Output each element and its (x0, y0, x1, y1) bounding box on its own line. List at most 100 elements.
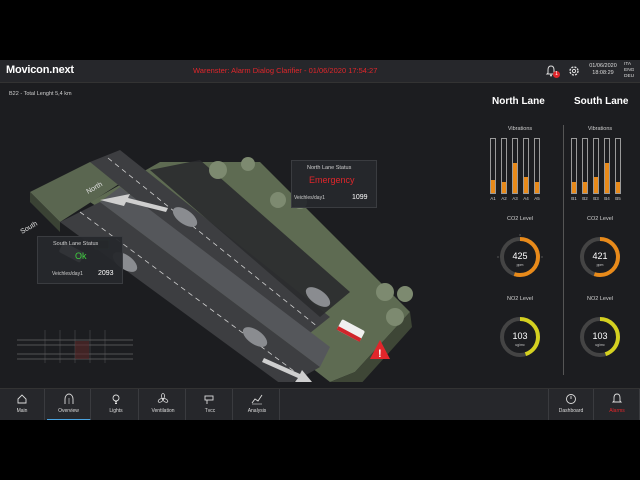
south-vibration-bar (615, 138, 621, 194)
nav-analysis-label: Analysis (247, 408, 267, 414)
gear-icon[interactable] (567, 64, 581, 78)
south-co2-label: CO2 Level (587, 216, 613, 222)
north-co2-gauge: 425 ppm (497, 234, 543, 277)
nav-main-label: Main (16, 408, 28, 414)
alarm-banner[interactable]: Warenster: Alarm Dialog Clarifier - 01/0… (193, 66, 377, 75)
south-panel-title: South Lane (574, 96, 629, 107)
dashboard-icon (566, 394, 576, 404)
nav-tvcc[interactable]: Tvcc (188, 389, 233, 421)
south-status-card[interactable]: South Lane Status Ok Veichles/day1 2093 (37, 236, 123, 284)
south-vibration-bar (582, 138, 588, 194)
south-vehicles-value: 2093 (98, 270, 114, 277)
north-status-value: Emergency (309, 175, 355, 185)
south-vibration-fill (583, 182, 587, 193)
south-vibration-label: B2 (582, 196, 588, 201)
panel-divider (563, 125, 564, 375)
nav-lights[interactable]: Lights (94, 389, 139, 421)
south-vibration-label: B5 (615, 196, 621, 201)
south-vibration-bar (593, 138, 599, 194)
north-status-card[interactable]: North Lane Status Emergency Veichles/day… (291, 160, 377, 208)
nav-ventilation[interactable]: Ventilation (141, 389, 186, 421)
bottom-nav: Main Overview Lights Ventilation Tvcc An… (0, 388, 640, 421)
north-vibration-fill (491, 179, 495, 193)
north-co2-label: CO2 Level (507, 216, 533, 222)
north-no2-unit: ug/mc (515, 343, 525, 347)
bulb-icon (112, 394, 120, 404)
south-co2-value: 421 (592, 251, 607, 261)
notification-badge: 1 (553, 71, 560, 78)
north-vibrations-label: Vibrations (507, 126, 533, 132)
letterbox-bottom (0, 420, 640, 480)
north-vibration-fill (513, 163, 517, 193)
north-vibration-fill (524, 176, 528, 193)
south-vibration-fill (572, 182, 576, 193)
north-no2-value: 103 (512, 331, 527, 341)
south-vibration-label: B4 (604, 196, 610, 201)
south-vibration-fill (616, 182, 620, 193)
north-vibration-label: A5 (534, 196, 540, 201)
home-icon (17, 394, 27, 404)
south-vibration-fill (605, 163, 609, 193)
nav-dashboard-label: Dashboard (558, 408, 584, 414)
south-co2-unit: ppm (597, 263, 604, 267)
north-vibration-bar (512, 138, 518, 194)
date-time: 01/06/2020 18:08:29 (588, 63, 618, 77)
time-text: 18:08:29 (592, 70, 614, 76)
nav-dashboard[interactable]: Dashboard (548, 389, 594, 421)
nav-analysis[interactable]: Analysis (235, 389, 280, 421)
tunnel-minimap[interactable] (15, 318, 135, 368)
north-vibration-label: A1 (490, 196, 496, 201)
north-vehicles-label: Veichles/day1 (294, 195, 325, 201)
app-logo: Movicon.next (6, 64, 74, 76)
nav-alarms[interactable]: Alarms (595, 389, 640, 421)
south-status-value: Ok (75, 251, 87, 261)
south-vibration-fill (594, 176, 598, 193)
north-vibration-bar (534, 138, 540, 194)
chart-icon (251, 394, 263, 405)
north-vibration-bar (523, 138, 529, 194)
north-status-title: North Lane Status (307, 165, 352, 171)
north-vehicles-value: 1099 (352, 194, 368, 201)
north-co2-value: 425 (512, 251, 527, 261)
north-co2-unit: ppm (517, 263, 524, 267)
north-panel-title: North Lane (492, 96, 545, 107)
nav-tvcc-label: Tvcc (204, 408, 216, 414)
alarm-icon (611, 393, 623, 403)
nav-ventilation-label: Ventilation (151, 408, 175, 414)
south-vibrations-label: Vibrations (587, 126, 613, 132)
overview-icon (64, 393, 73, 404)
south-no2-value: 103 (592, 331, 607, 341)
nav-overview-label: Overview (58, 408, 79, 414)
language-selector: ITA ENG DEU (624, 62, 634, 80)
south-status-title: South Lane Status (53, 241, 99, 247)
south-no2-unit: ug/mc (595, 343, 605, 347)
fan-icon (157, 393, 169, 403)
top-bar: Movicon.next Warenster: Alarm Dialog Cla… (0, 60, 640, 83)
south-vibration-label: B3 (593, 196, 599, 201)
south-vibration-bar (604, 138, 610, 194)
camera-icon (204, 395, 214, 404)
north-no2-label: NO2 Level (507, 296, 533, 302)
north-vibration-label: A2 (501, 196, 507, 201)
north-no2-gauge: 103 ug/mc (500, 317, 540, 357)
nav-alarms-label: Alarms (609, 408, 625, 414)
south-no2-gauge: 103 ug/mc (580, 317, 620, 357)
warning-mark: ! (378, 348, 382, 360)
nav-overview[interactable]: Overview (47, 389, 91, 421)
south-co2-gauge: 421 ppm (580, 237, 620, 277)
south-vibration-bar (571, 138, 577, 194)
north-vibration-bar (490, 138, 496, 194)
south-vehicles-label: Veichles/day1 (52, 271, 83, 277)
nav-main[interactable]: Main (0, 389, 45, 421)
lang-deu[interactable]: DEU (624, 74, 634, 80)
north-vibration-fill (535, 182, 539, 193)
north-vibration-label: A4 (523, 196, 529, 201)
date-text: 01/06/2020 (589, 63, 617, 69)
south-direction-label: South (20, 220, 39, 235)
south-vibration-label: B1 (571, 196, 577, 201)
nav-lights-label: Lights (109, 408, 123, 414)
north-vibration-bar (501, 138, 507, 194)
app-window: Movicon.next Warenster: Alarm Dialog Cla… (0, 60, 640, 420)
south-no2-label: NO2 Level (587, 296, 613, 302)
north-vibration-fill (502, 182, 506, 193)
